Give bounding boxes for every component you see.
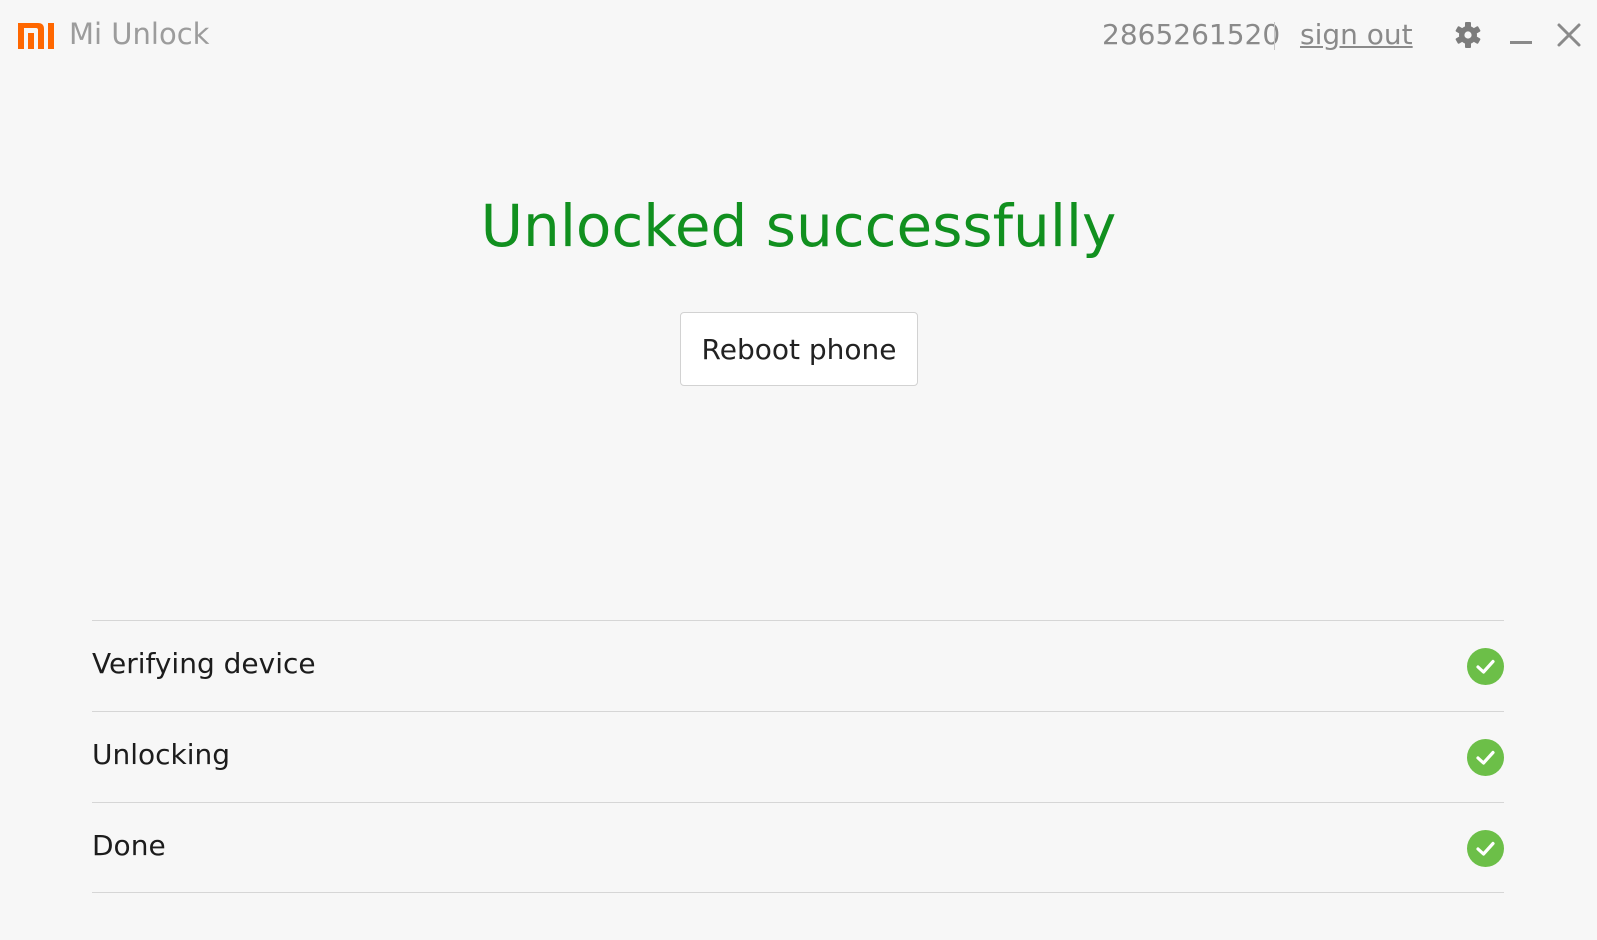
reboot-phone-button[interactable]: Reboot phone bbox=[680, 312, 918, 386]
divider bbox=[1274, 22, 1275, 50]
check-circle-icon bbox=[1467, 830, 1504, 867]
settings-gear-icon[interactable] bbox=[1451, 18, 1485, 52]
unlock-status-headline: Unlocked successfully bbox=[480, 192, 1117, 260]
progress-steps: Verifying device Unlocking Done bbox=[92, 620, 1504, 893]
sign-out-link[interactable]: sign out bbox=[1300, 18, 1413, 51]
title-bar: Mi Unlock 2865261520 sign out bbox=[0, 0, 1597, 70]
step-row: Unlocking bbox=[92, 711, 1504, 802]
minimize-icon[interactable] bbox=[1504, 18, 1538, 52]
step-row: Verifying device bbox=[92, 620, 1504, 711]
mi-logo-icon bbox=[18, 23, 54, 49]
step-label: Unlocking bbox=[92, 738, 231, 771]
check-circle-icon bbox=[1467, 648, 1504, 685]
app-title: Mi Unlock bbox=[69, 17, 210, 51]
step-label: Verifying device bbox=[92, 647, 316, 680]
step-label: Done bbox=[92, 829, 166, 862]
account-id: 2865261520 bbox=[1102, 18, 1281, 51]
check-circle-icon bbox=[1467, 739, 1504, 776]
step-row: Done bbox=[92, 802, 1504, 893]
close-icon[interactable] bbox=[1552, 18, 1586, 52]
